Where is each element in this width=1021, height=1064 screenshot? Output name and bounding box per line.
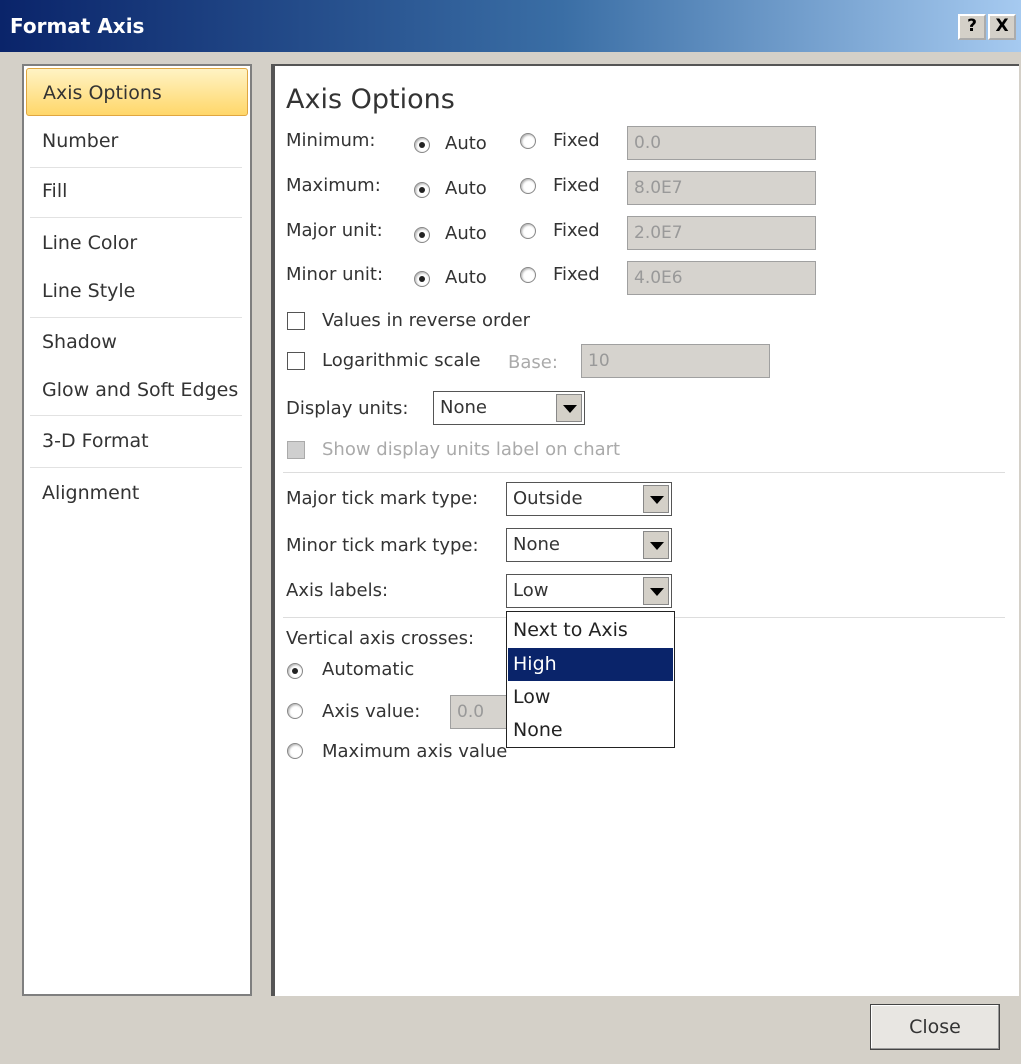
display-units-label: Display units:	[286, 398, 409, 419]
maximum-label: Maximum:	[286, 175, 381, 196]
title-bar	[0, 0, 1021, 52]
dropdown-option-high[interactable]: High	[508, 648, 673, 681]
nav-item-alignment[interactable]: Alignment	[26, 469, 248, 517]
minor-tick-select[interactable]: None	[506, 528, 672, 562]
major-tick-label: Major tick mark type:	[286, 488, 479, 509]
chevron-down-icon[interactable]	[643, 531, 669, 559]
base-input[interactable]: 10	[581, 344, 770, 378]
dropdown-option-next-to-axis[interactable]: Next to Axis	[508, 614, 673, 647]
nav-item-line-color[interactable]: Line Color	[26, 219, 248, 267]
display-units-select[interactable]: None	[433, 391, 585, 425]
reverse-order-checkbox[interactable]	[287, 312, 305, 330]
reverse-order-label: Values in reverse order	[322, 310, 531, 331]
minor-tick-label: Minor tick mark type:	[286, 535, 479, 556]
nav-item-number[interactable]: Number	[26, 117, 248, 165]
minor-unit-fixed-label: Fixed	[553, 264, 600, 285]
crosses-axis-value-radio[interactable]	[287, 703, 303, 719]
help-button[interactable]: ?	[958, 14, 986, 40]
maximum-auto-label: Auto	[445, 178, 487, 199]
dropdown-option-low[interactable]: Low	[508, 681, 673, 714]
axis-labels-value: Low	[513, 580, 549, 601]
minor-unit-auto-label: Auto	[445, 267, 487, 288]
chevron-down-icon[interactable]	[643, 485, 669, 513]
major-unit-auto-radio[interactable]	[414, 227, 430, 243]
crosses-max-label: Maximum axis value	[322, 741, 508, 762]
crosses-axis-value-input[interactable]: 0.0	[450, 695, 510, 729]
nav-item-line-style[interactable]: Line Style	[26, 267, 248, 315]
maximum-auto-radio[interactable]	[414, 182, 430, 198]
minor-unit-auto-radio[interactable]	[414, 271, 430, 287]
minimum-auto-radio[interactable]	[414, 137, 430, 153]
maximum-input[interactable]: 8.0E7	[627, 171, 816, 205]
maximum-fixed-radio[interactable]	[520, 178, 536, 194]
category-list: Axis Options Number Fill Line Color Line…	[22, 64, 252, 996]
log-scale-label: Logarithmic scale	[322, 350, 481, 371]
minimum-label: Minimum:	[286, 130, 376, 151]
window-title: Format Axis	[10, 14, 145, 38]
minimum-input[interactable]: 0.0	[627, 126, 816, 160]
nav-item-axis-options[interactable]: Axis Options	[26, 68, 248, 116]
axis-labels-dropdown: Next to Axis High Low None	[506, 611, 675, 748]
axis-labels-label: Axis labels:	[286, 580, 389, 601]
divider	[283, 472, 1005, 473]
minor-unit-fixed-radio[interactable]	[520, 267, 536, 283]
major-unit-input[interactable]: 2.0E7	[627, 216, 816, 250]
display-units-value: None	[440, 397, 487, 418]
nav-item-glow-soft-edges[interactable]: Glow and Soft Edges	[26, 366, 248, 414]
dropdown-option-none[interactable]: None	[508, 714, 673, 747]
crosses-max-radio[interactable]	[287, 743, 303, 759]
show-units-label: Show display units label on chart	[322, 439, 621, 460]
maximum-fixed-label: Fixed	[553, 175, 600, 196]
minor-tick-value: None	[513, 534, 560, 555]
show-units-checkbox[interactable]	[287, 441, 305, 459]
crosses-axis-value-label: Axis value:	[322, 701, 421, 722]
major-tick-value: Outside	[513, 488, 583, 509]
base-label: Base:	[508, 352, 558, 373]
minor-unit-label: Minor unit:	[286, 264, 384, 285]
chevron-down-icon[interactable]	[556, 394, 582, 422]
crosses-label: Vertical axis crosses:	[286, 628, 475, 649]
panel-heading: Axis Options	[286, 84, 455, 115]
minimum-auto-label: Auto	[445, 133, 487, 154]
close-button[interactable]: Close	[870, 1004, 1000, 1050]
minimum-fixed-radio[interactable]	[520, 133, 536, 149]
major-unit-fixed-label: Fixed	[553, 220, 600, 241]
nav-item-fill[interactable]: Fill	[26, 167, 248, 215]
minor-unit-input[interactable]: 4.0E6	[627, 261, 816, 295]
major-tick-select[interactable]: Outside	[506, 482, 672, 516]
axis-labels-select[interactable]: Low	[506, 574, 672, 608]
nav-item-shadow[interactable]: Shadow	[26, 318, 248, 366]
log-scale-checkbox[interactable]	[287, 352, 305, 370]
minimum-fixed-label: Fixed	[553, 130, 600, 151]
nav-item-3d-format[interactable]: 3-D Format	[26, 417, 248, 465]
major-unit-auto-label: Auto	[445, 223, 487, 244]
major-unit-fixed-radio[interactable]	[520, 223, 536, 239]
window-close-button[interactable]: X	[988, 14, 1016, 40]
crosses-automatic-radio[interactable]	[287, 663, 303, 679]
major-unit-label: Major unit:	[286, 220, 383, 241]
crosses-automatic-label: Automatic	[322, 659, 415, 680]
chevron-down-icon[interactable]	[643, 577, 669, 605]
